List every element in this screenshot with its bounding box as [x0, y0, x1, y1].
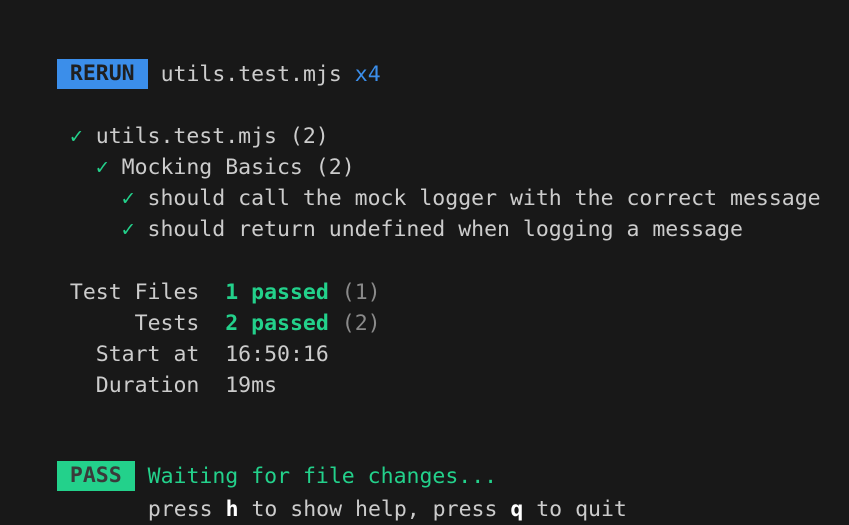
help-key: h [225, 497, 239, 522]
rerun-file: utils.test.mjs [160, 62, 342, 87]
rerun-badge: RERUN [56, 59, 148, 89]
summary-tests: Tests 2 passed (2) [44, 277, 381, 336]
rerun-header: RERUN utils.test.mjs x4 [31, 28, 381, 89]
summary-duration: Duration 19ms [44, 339, 277, 398]
help-text: press [147, 497, 226, 522]
summary-test-files: Test Files 1 passed (1) [44, 246, 381, 305]
terminal: { "header": { "badge": "RERUN", "file": … [0, 0, 849, 522]
tree-item-file: ✓ utils.test.mjs (2) [31, 90, 329, 149]
summary-label: Duration [95, 373, 200, 398]
tree-item-label: should return undefined when logging a m… [147, 217, 743, 242]
tree-item-test: ✓ should call the mock logger with the c… [31, 152, 821, 211]
summary-total: (2) [341, 311, 381, 336]
summary-value: 19ms [225, 373, 278, 398]
quit-key: q [510, 497, 524, 522]
help-text: to quit [523, 497, 627, 522]
rerun-count: x4 [354, 62, 381, 87]
tree-item-test: ✓ should return undefined when logging a… [31, 183, 743, 242]
tree-item-suite: ✓ Mocking Basics (2) [31, 121, 355, 180]
summary-start-at: Start at 16:50:16 [44, 308, 329, 367]
help-hint: press h to show help, press q to quit [122, 463, 627, 522]
check-icon: ✓ [121, 217, 135, 242]
help-text: to show help, press [238, 497, 511, 522]
pass-status: PASS Waiting for file changes... [31, 430, 497, 491]
